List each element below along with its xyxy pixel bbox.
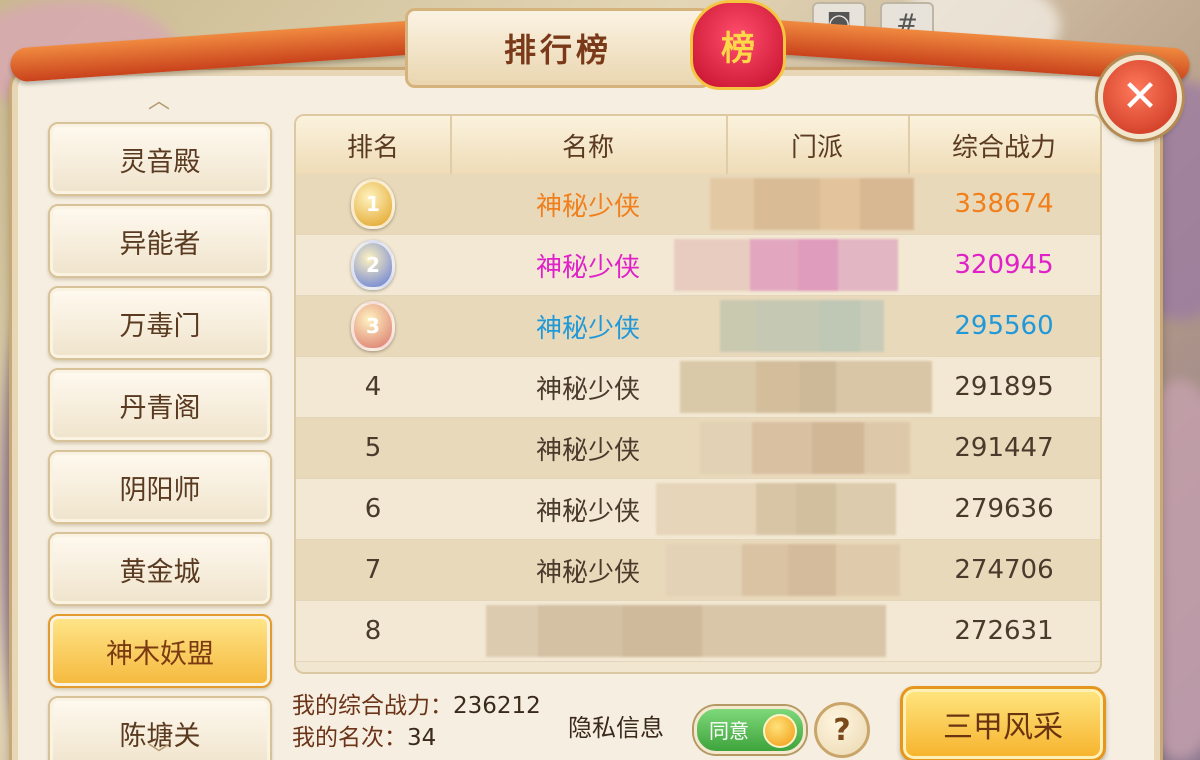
my-stats: 我的综合战力：236212 我的名次：34 bbox=[292, 690, 572, 756]
badge-text: 榜 bbox=[721, 28, 755, 69]
sidebar-item[interactable]: 灵音殿 bbox=[48, 122, 272, 196]
redaction-block bbox=[756, 483, 796, 535]
sidebar-item[interactable]: 黄金城 bbox=[48, 532, 272, 606]
redaction-block bbox=[820, 178, 860, 230]
table-row[interactable]: 2 神秘少侠 320945 bbox=[296, 235, 1100, 296]
my-rank-value: 34 bbox=[407, 725, 437, 751]
privacy-label: 隐私信息 bbox=[568, 714, 664, 742]
help-button[interactable]: ? bbox=[814, 702, 870, 758]
redaction-block bbox=[864, 422, 910, 474]
player-name-cell: 神秘少侠 bbox=[535, 496, 640, 527]
player-name-cell bbox=[450, 601, 726, 661]
page-title: 排行榜 bbox=[503, 31, 612, 69]
sect-sidebar: ︿ 灵音殿 异能者 万毒门 丹青阁 阴阳师 黄金城 神木妖盟 陈塘关 ﹀ bbox=[48, 91, 272, 760]
table-row[interactable]: 6 神秘少侠 279636 bbox=[296, 479, 1100, 540]
power-cell: 291895 bbox=[954, 372, 1054, 402]
redaction-block bbox=[836, 483, 896, 535]
redaction-block bbox=[742, 544, 788, 596]
redaction-block bbox=[798, 239, 838, 291]
redaction-block bbox=[756, 300, 820, 352]
redaction-block bbox=[788, 544, 836, 596]
redaction-block bbox=[756, 361, 800, 413]
game-screen: ◙ # 排行榜 榜 ✕ ︿ 灵音殿 异能者 万毒门 丹青阁 阴阳师 黄金城 神木… bbox=[0, 0, 1200, 760]
player-name-cell: 神秘少侠 bbox=[535, 374, 640, 405]
sidebar-item[interactable]: 万毒门 bbox=[48, 286, 272, 360]
player-name-cell: 神秘少侠 bbox=[535, 435, 640, 466]
column-header-sect: 门派 bbox=[726, 116, 910, 174]
player-name-cell: 神秘少侠 bbox=[535, 313, 640, 344]
redaction-block bbox=[754, 178, 820, 230]
table-header: 排名 名称 门派 综合战力 bbox=[296, 116, 1100, 176]
redaction-block bbox=[796, 483, 840, 535]
question-mark-icon: ? bbox=[833, 712, 851, 748]
table-row[interactable]: 3 神秘少侠 295560 bbox=[296, 296, 1100, 357]
redaction-block bbox=[838, 239, 898, 291]
agree-label: 同意 bbox=[709, 719, 749, 743]
power-cell: 272631 bbox=[954, 616, 1054, 646]
my-rank-line: 我的名次：34 bbox=[292, 722, 572, 754]
privacy-agree-toggle[interactable]: 同意 bbox=[694, 706, 806, 754]
redaction-block bbox=[836, 544, 900, 596]
power-cell: 274706 bbox=[954, 555, 1054, 585]
column-header-power: 综合战力 bbox=[951, 132, 1056, 163]
sidebar-item[interactable]: 阴阳师 bbox=[48, 450, 272, 524]
power-cell: 338674 bbox=[954, 189, 1054, 219]
camera-icon: ◙ bbox=[812, 2, 866, 46]
player-name-cell: 神秘少侠 bbox=[535, 557, 640, 588]
redaction-block bbox=[812, 422, 864, 474]
redaction-block bbox=[800, 361, 836, 413]
player-name-cell: 神秘少侠 bbox=[535, 191, 640, 222]
close-button[interactable]: ✕ bbox=[1098, 55, 1182, 139]
toggle-knob bbox=[763, 714, 797, 748]
redaction-block bbox=[860, 300, 884, 352]
redaction-block bbox=[752, 422, 812, 474]
redaction-block bbox=[750, 239, 798, 291]
my-rank-label: 我的名次： bbox=[292, 725, 407, 751]
column-header-rank: 排名 bbox=[296, 116, 452, 174]
player-name-cell: 神秘少侠 bbox=[535, 252, 640, 283]
table-row[interactable]: 4 神秘少侠 291895 bbox=[296, 357, 1100, 418]
scroll-down-icon[interactable]: ﹀ bbox=[144, 745, 174, 760]
column-header-name: 名称 bbox=[450, 116, 728, 174]
redaction-block bbox=[702, 605, 886, 657]
table-row[interactable]: 5 神秘少侠 291447 bbox=[296, 418, 1100, 479]
top-three-showcase-button[interactable]: 三甲风采 bbox=[900, 686, 1106, 760]
scroll-up-icon[interactable]: ︿ bbox=[144, 91, 174, 113]
power-cell: 320945 bbox=[954, 250, 1054, 280]
power-cell: 279636 bbox=[954, 494, 1054, 524]
ranking-badge-icon: 榜 bbox=[690, 0, 786, 90]
my-power-value: 236212 bbox=[453, 693, 541, 719]
sidebar-item[interactable]: 丹青阁 bbox=[48, 368, 272, 442]
title-scroll: 排行榜 bbox=[405, 8, 711, 88]
table-row[interactable]: 7 神秘少侠 274706 bbox=[296, 540, 1100, 601]
hash-icon: # bbox=[880, 2, 934, 46]
ranking-table: 排名 名称 门派 综合战力 1 神秘少侠 338674 2 神秘少侠 320945 3 神秘少… bbox=[294, 114, 1102, 674]
power-cell: 295560 bbox=[954, 311, 1054, 341]
table-row[interactable]: 8 272631 bbox=[296, 601, 1100, 662]
redaction-block bbox=[860, 178, 914, 230]
close-icon: ✕ bbox=[1121, 71, 1159, 122]
my-power-line: 我的综合战力：236212 bbox=[292, 690, 572, 722]
redaction-block bbox=[820, 300, 860, 352]
power-cell: 291447 bbox=[954, 433, 1054, 463]
sidebar-item-active[interactable]: 神木妖盟 bbox=[48, 614, 272, 688]
my-power-label: 我的综合战力： bbox=[292, 693, 453, 719]
table-row[interactable]: 1 神秘少侠 338674 bbox=[296, 174, 1100, 235]
sidebar-item[interactable]: 异能者 bbox=[48, 204, 272, 278]
